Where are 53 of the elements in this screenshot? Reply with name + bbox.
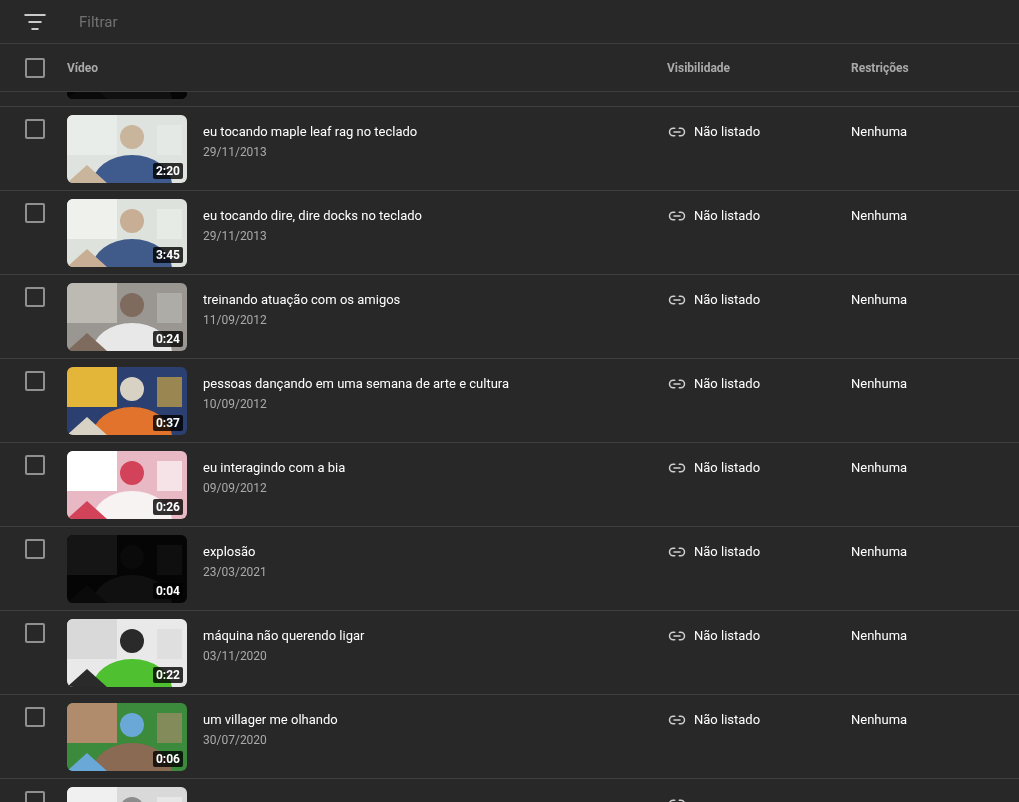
duration-badge: 0:26 bbox=[152, 499, 183, 515]
video-title[interactable]: eu tocando dire, dire docks no teclado bbox=[203, 207, 668, 225]
checkbox[interactable] bbox=[25, 287, 45, 307]
restrictions-status: Nenhuma bbox=[851, 291, 908, 309]
column-header: Vídeo bbox=[67, 59, 100, 77]
visibility-status[interactable]: Não listado bbox=[694, 711, 761, 729]
duration-badge: 0:37 bbox=[152, 415, 183, 431]
video-title[interactable]: treinando atuação com os amigos bbox=[203, 291, 668, 309]
upload-date: 10/09/2012 bbox=[203, 396, 268, 413]
duration-badge: 0:22 bbox=[152, 667, 183, 683]
upload-date: 03/11/2020 bbox=[203, 648, 268, 665]
upload-date: 23/03/2021 bbox=[203, 564, 268, 581]
filter-field[interactable]: Filtrar bbox=[79, 6, 379, 37]
checkbox[interactable] bbox=[25, 371, 45, 391]
video-title[interactable]: pessoas dançando em uma semana de arte e cultura bbox=[203, 375, 668, 393]
restrictions-status: Nenhuma bbox=[851, 459, 908, 477]
visibility-status[interactable]: Não listado bbox=[694, 543, 761, 561]
restrictions-status: Nenhuma bbox=[851, 711, 908, 729]
restrictions-status: Nenhuma bbox=[851, 627, 908, 645]
visibility-status[interactable]: Não listado bbox=[694, 459, 761, 477]
visibility-status[interactable]: Não listado bbox=[694, 627, 761, 645]
column-header: Restrições bbox=[851, 59, 909, 77]
upload-date: 11/09/2012 bbox=[203, 312, 268, 329]
column-header: Visibilidade bbox=[667, 59, 732, 77]
duration-badge: 0:06 bbox=[152, 751, 183, 767]
restrictions-status: Nenhuma bbox=[851, 123, 908, 141]
duration-badge: 2:20 bbox=[152, 163, 183, 179]
video-title[interactable]: um villager me olhando bbox=[203, 711, 668, 729]
duration-badge: 0:04 bbox=[152, 583, 183, 599]
visibility-status[interactable]: Não listado bbox=[694, 123, 761, 141]
checkbox[interactable] bbox=[25, 539, 45, 559]
checkbox[interactable] bbox=[25, 203, 45, 223]
restrictions-status: Nenhuma bbox=[851, 375, 908, 393]
duration-badge: 0:24 bbox=[152, 331, 183, 347]
upload-date: 30/07/2020 bbox=[203, 732, 268, 749]
video-title[interactable]: explosão bbox=[203, 543, 668, 561]
checkbox[interactable] bbox=[25, 119, 45, 139]
video-title[interactable]: eu interagindo com a bia bbox=[203, 459, 668, 477]
upload-date: 29/11/2013 bbox=[203, 228, 268, 245]
upload-date: 29/11/2013 bbox=[203, 144, 268, 161]
video-title[interactable]: máquina não querendo ligar bbox=[203, 627, 668, 645]
checkbox[interactable] bbox=[25, 707, 45, 727]
upload-date: 09/09/2012 bbox=[203, 480, 268, 497]
visibility-status[interactable]: Não listado bbox=[694, 207, 761, 225]
duration-badge: 3:45 bbox=[152, 247, 183, 263]
restrictions-status: Nenhuma bbox=[851, 543, 908, 561]
restrictions-status: Nenhuma bbox=[851, 207, 908, 225]
video-title[interactable]: eu tocando maple leaf rag no teclado bbox=[203, 123, 668, 141]
checkbox[interactable] bbox=[25, 57, 45, 78]
checkbox[interactable] bbox=[25, 455, 45, 475]
checkbox[interactable] bbox=[25, 623, 45, 643]
visibility-status[interactable]: Não listado bbox=[694, 375, 761, 393]
visibility-status[interactable]: Não listado bbox=[694, 291, 761, 309]
